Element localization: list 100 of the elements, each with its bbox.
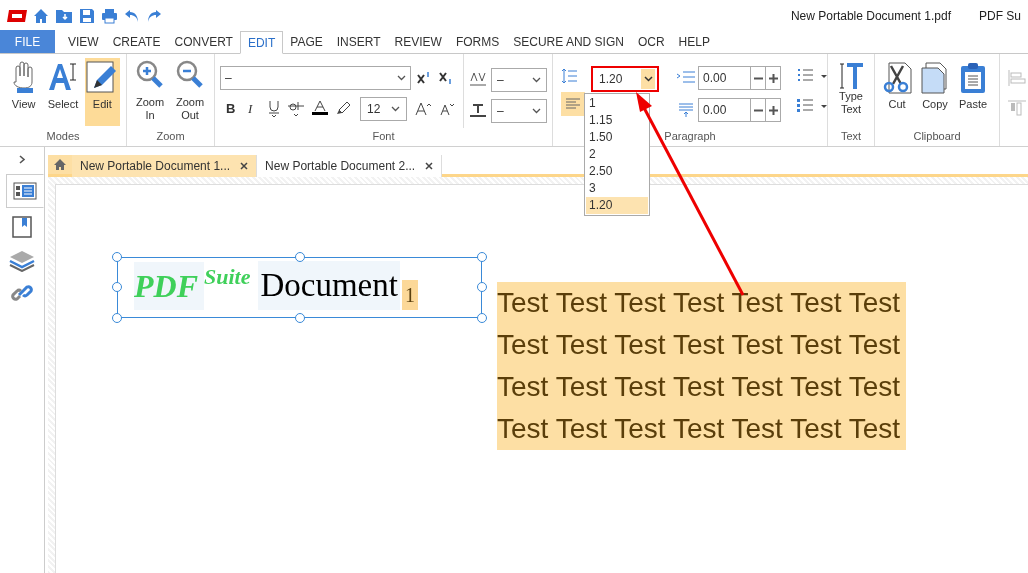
menu-tab[interactable]: OCR (630, 30, 672, 53)
bookmark-icon[interactable] (12, 216, 32, 238)
menu-option[interactable]: 3 (586, 180, 648, 197)
spacing-icon (677, 102, 695, 118)
plus-icon (768, 105, 778, 115)
folder-icon[interactable] (55, 7, 73, 24)
italic-button[interactable]: I (248, 99, 260, 119)
ribbon-button[interactable]: Zoom Out (173, 58, 207, 126)
ribbon-button[interactable]: Edit (84, 58, 120, 126)
group-label: Clipboard (913, 129, 961, 144)
char-spacing-icon (469, 72, 487, 88)
group-label: Zoom (156, 129, 185, 144)
scissors-icon (881, 62, 913, 94)
baseline-dropdown[interactable]: – (491, 99, 547, 123)
home-icon (53, 158, 67, 171)
align-left-icon (566, 98, 580, 110)
ribbon-button[interactable]: Copy (919, 60, 951, 128)
menu-tab[interactable]: HELP (671, 30, 717, 53)
char-spacing-dropdown[interactable]: – (491, 68, 547, 92)
indent-icon (677, 70, 695, 86)
app-logo-icon (7, 9, 27, 22)
increase-button[interactable] (765, 67, 780, 89)
decrease-button[interactable] (750, 67, 765, 89)
file-menu-button[interactable]: FILE (0, 30, 55, 53)
page-thumbnails-tab[interactable] (6, 174, 44, 208)
document-tab[interactable]: New Portable Document 2... (257, 155, 443, 177)
plus-icon (768, 73, 778, 83)
decrease-button[interactable] (750, 99, 765, 121)
baseline-icon (469, 103, 487, 119)
menu-tab[interactable]: VIEW (61, 30, 106, 53)
group-label: Font (372, 129, 395, 144)
resize-handle[interactable] (295, 313, 305, 323)
chevron-down-icon (643, 76, 653, 82)
line-spacing-dropdown[interactable]: 1.20 (591, 66, 659, 92)
link-icon[interactable] (10, 282, 34, 304)
ribbon-button[interactable]: Zoom In (133, 58, 167, 126)
ribbon-button[interactable]: Paste (957, 60, 989, 128)
menu-option[interactable]: 2 (586, 146, 648, 163)
menu-tab[interactable]: PAGE (283, 30, 330, 53)
underline-icon[interactable] (268, 100, 280, 118)
menu-option[interactable]: 1.50 (586, 129, 648, 146)
font-name-dropdown[interactable]: – (220, 66, 411, 90)
menu-tab[interactable]: FORMS (448, 30, 507, 53)
close-icon[interactable] (240, 162, 249, 170)
expand-panel-icon[interactable] (18, 155, 26, 164)
resize-handle[interactable] (295, 252, 305, 262)
strikethrough-icon[interactable] (288, 100, 304, 118)
chevron-down-icon (397, 75, 406, 81)
menu-tab[interactable]: REVIEW (387, 30, 449, 53)
close-icon[interactable] (425, 162, 434, 170)
heading-text: Document (258, 260, 400, 310)
grow-font-icon[interactable] (415, 102, 431, 116)
clipboard-icon (959, 62, 987, 94)
spacing-field[interactable]: 0.00 (698, 98, 781, 122)
menu-tab[interactable]: EDIT (239, 31, 284, 54)
dropdown-arrow-button[interactable] (641, 69, 655, 89)
heading-text: Suite (204, 263, 251, 291)
menu-tab[interactable]: SECURE AND SIGN (506, 30, 631, 53)
align-objects-icon (1008, 100, 1026, 116)
document-tab[interactable]: New Portable Document 1... (72, 155, 258, 177)
save-icon[interactable] (79, 7, 95, 24)
home-tab[interactable] (48, 155, 72, 174)
thumbnails-icon (13, 182, 37, 200)
print-icon[interactable] (101, 7, 118, 24)
layers-icon[interactable] (9, 250, 35, 272)
bullet-list-icon[interactable] (797, 98, 827, 114)
menu-option[interactable]: 1.20 (586, 197, 648, 214)
menu-tab[interactable]: INSERT (329, 30, 388, 53)
resize-handle[interactable] (112, 282, 122, 292)
menu-option[interactable]: 2.50 (586, 163, 648, 180)
ribbon-button[interactable]: Select (45, 58, 81, 126)
resize-handle[interactable] (112, 252, 122, 262)
chevron-down-icon (532, 77, 541, 83)
font-size-dropdown[interactable]: 12 (360, 97, 407, 121)
group-label: Modes (46, 129, 80, 144)
resize-handle[interactable] (477, 313, 487, 323)
menu-tab[interactable]: CREATE (105, 30, 168, 53)
indent-field[interactable]: 0.00 (698, 66, 781, 90)
line-spacing-icon (561, 68, 577, 84)
home-icon[interactable] (33, 7, 49, 24)
undo-icon[interactable] (124, 8, 140, 23)
pencil-icon (86, 60, 119, 94)
font-color-icon[interactable] (312, 100, 328, 118)
heading-text: PDF (134, 262, 204, 310)
bold-button[interactable]: B (226, 99, 240, 119)
increase-button[interactable] (765, 99, 780, 121)
copy-icon (920, 62, 950, 94)
redo-icon[interactable] (146, 8, 162, 23)
resize-handle[interactable] (112, 313, 122, 323)
type-text-button[interactable]: Type Text (831, 62, 871, 128)
shrink-font-icon[interactable] (439, 102, 455, 116)
ribbon-button[interactable]: Cut (881, 60, 913, 128)
menu-tab[interactable]: CONVERT (167, 30, 240, 53)
group-label: Paragraph (664, 129, 716, 144)
chevron-down-icon (391, 106, 400, 112)
resize-handle[interactable] (477, 282, 487, 292)
ribbon-button[interactable]: View (6, 58, 42, 126)
numbered-list-icon[interactable] (797, 68, 827, 84)
resize-handle[interactable] (477, 252, 487, 262)
menu-option[interactable]: 1.15 (586, 112, 648, 129)
